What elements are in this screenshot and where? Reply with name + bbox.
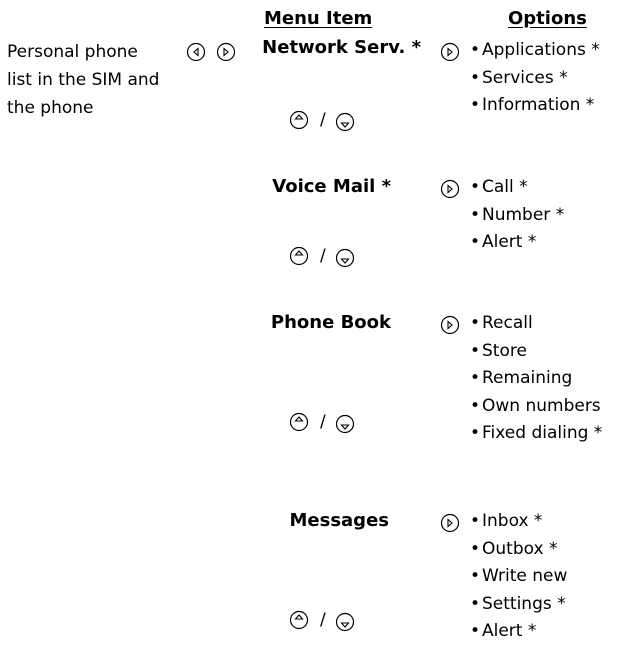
option-item: Settings * <box>470 591 567 619</box>
option-item: Services * <box>470 65 600 93</box>
menu-item-header: Menu Item <box>264 8 373 29</box>
description-line-2: list in the SIM and <box>7 70 160 90</box>
nav-separator: / <box>320 110 326 130</box>
options-voice-mail: Call * Number * Alert * <box>470 174 564 257</box>
options-header: Options <box>508 8 587 29</box>
nav-separator: / <box>320 246 326 266</box>
menu-item-messages: Messages <box>289 510 389 531</box>
up-down-keys: / <box>289 110 369 134</box>
nav-separator: / <box>320 412 326 432</box>
right-arrow-key-icon <box>440 42 460 62</box>
option-item: Alert * <box>470 229 564 257</box>
option-item: Own numbers <box>470 393 602 421</box>
option-item: Store <box>470 338 602 366</box>
options-messages: Inbox * Outbox * Write new Settings * Al… <box>470 508 567 646</box>
option-item: Remaining <box>470 365 602 393</box>
option-item: Outbox * <box>470 536 567 564</box>
option-item: Inbox * <box>470 508 567 536</box>
down-arrow-key-icon <box>335 612 355 632</box>
up-arrow-key-icon <box>289 412 309 432</box>
option-item: Fixed dialing * <box>470 420 602 448</box>
down-arrow-key-icon <box>335 112 355 132</box>
up-down-keys: / <box>289 246 369 270</box>
option-item: Information * <box>470 92 600 120</box>
description-line-3: the phone <box>7 98 94 118</box>
left-arrow-key-icon <box>186 42 206 62</box>
option-item: Call * <box>470 174 564 202</box>
description: Personal phone list in the SIM and the p… <box>7 38 159 122</box>
right-arrow-key-icon <box>440 315 460 335</box>
right-arrow-key-icon <box>440 179 460 199</box>
down-arrow-key-icon <box>335 248 355 268</box>
up-arrow-key-icon <box>289 110 309 130</box>
up-arrow-key-icon <box>289 246 309 266</box>
description-line-1: Personal phone <box>7 42 138 62</box>
option-item: Applications * <box>470 37 600 65</box>
menu-item-phone-book: Phone Book <box>270 312 391 333</box>
option-item: Recall <box>470 310 602 338</box>
right-arrow-key-icon <box>216 42 236 62</box>
options-network-services: Applications * Services * Information * <box>470 37 600 120</box>
options-phone-book: Recall Store Remaining Own numbers Fixed… <box>470 310 602 448</box>
option-item: Alert * <box>470 618 567 646</box>
right-arrow-key-icon <box>440 513 460 533</box>
menu-item-network-services: Network Serv. * <box>262 37 421 58</box>
up-arrow-key-icon <box>289 610 309 630</box>
up-down-keys: / <box>289 412 369 436</box>
down-arrow-key-icon <box>335 414 355 434</box>
nav-separator: / <box>320 610 326 630</box>
option-item: Number * <box>470 202 564 230</box>
menu-item-voice-mail: Voice Mail * <box>272 176 391 197</box>
option-item: Write new <box>470 563 567 591</box>
up-down-keys: / <box>289 610 369 634</box>
